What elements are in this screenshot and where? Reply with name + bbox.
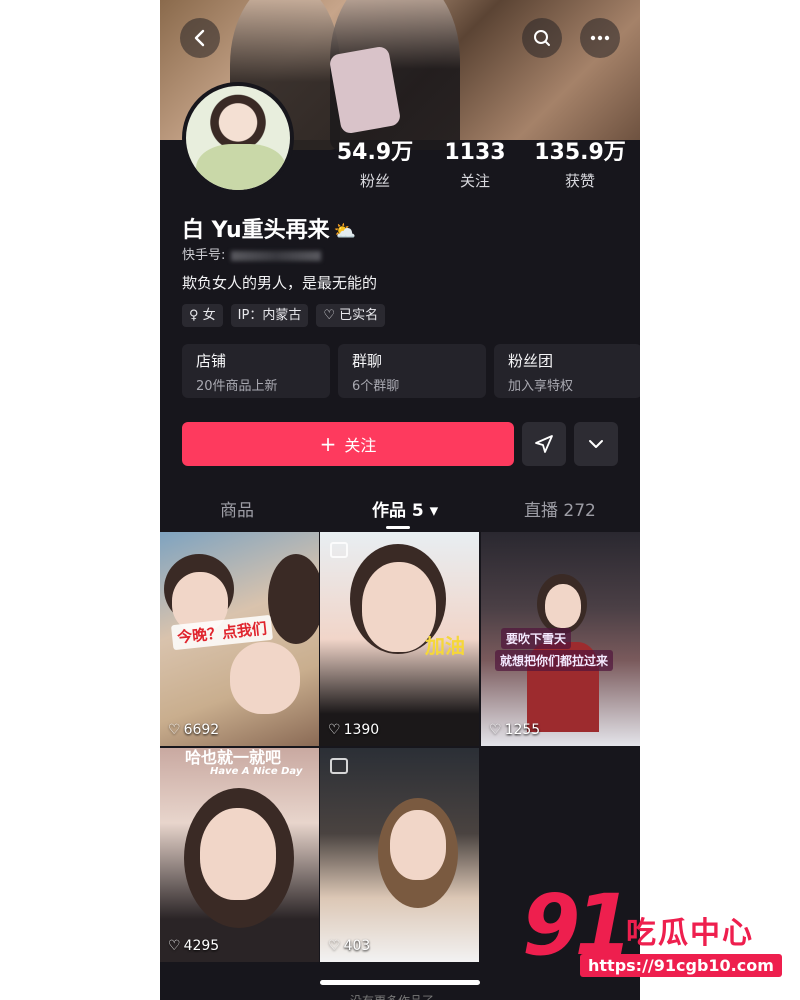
video-thumb[interactable]: 今晚？点我们 ♡ 6692 <box>160 532 319 746</box>
like-count: ♡ 1255 <box>489 722 541 738</box>
service-title: 粉丝团 <box>508 352 554 370</box>
stat-value: 54.9万 <box>336 140 414 165</box>
video-caption-secondary: 就想把你们都拉过来 <box>495 650 614 671</box>
kuaishou-id-label: 快手号: <box>182 248 226 263</box>
heart-icon: ♡ <box>328 722 341 738</box>
stat-fans[interactable]: 54.9万 粉丝 <box>330 140 420 191</box>
watermark-url: https://91cgb10.com <box>580 954 782 977</box>
video-caption: 加油 <box>425 634 465 658</box>
like-count: ♡ 1390 <box>328 722 380 738</box>
video-caption-secondary: Have A Nice Day <box>210 766 303 777</box>
tag-verified: ♡ 已实名 <box>316 304 386 327</box>
video-thumb[interactable]: 加油 ♡ 1390 <box>320 532 479 746</box>
service-fan-club[interactable]: 粉丝团 加入享特权 <box>494 344 640 398</box>
chevron-left-icon <box>194 29 205 47</box>
tab-live[interactable]: 直播 272 <box>524 496 596 521</box>
heart-icon: ♡ <box>489 722 502 738</box>
video-thumb[interactable]: 要吹下雪天 就想把你们都拉过来 ♡ 1255 <box>481 532 640 746</box>
service-title: 店铺 <box>196 352 227 370</box>
service-subtitle: 20件商品上新 <box>196 379 278 394</box>
content-tabs: 商品 作品 5 ▾ 直播 272 <box>160 496 640 532</box>
video-thumb[interactable]: ♡ 403 <box>320 748 479 962</box>
chevron-down-icon <box>589 440 603 448</box>
back-button[interactable] <box>180 18 220 58</box>
like-count: ♡ 6692 <box>168 722 220 738</box>
profile-bio: 欺负女人的男人，是最无能的 <box>182 274 378 292</box>
watermark-title: 吃瓜中心 <box>626 916 754 951</box>
search-icon <box>534 30 550 46</box>
image-post-icon <box>330 542 348 558</box>
stat-value: 135.9万 <box>534 140 626 165</box>
tag-gender: ♀ 女 <box>182 304 223 327</box>
home-indicator <box>320 980 480 985</box>
service-subtitle: 6个群聊 <box>352 379 400 394</box>
tab-works[interactable]: 作品 5 ▾ <box>372 496 438 521</box>
weather-cloud-rain-icon: ⛅ <box>333 221 357 242</box>
stat-value: 1133 <box>444 140 506 165</box>
watermark-logo: 91 吃瓜中心 https://91cgb10.com <box>522 880 792 980</box>
heart-icon: ♡ <box>168 722 181 738</box>
profile-tags: ♀ 女 IP：内蒙古 ♡ 已实名 <box>182 304 386 327</box>
kuaishou-id: 快手号: <box>182 244 322 263</box>
share-button[interactable] <box>522 422 566 466</box>
image-post-icon <box>330 758 348 774</box>
no-more-works-text: 没有更多作品了 <box>350 992 434 1000</box>
tab-goods[interactable]: 商品 <box>220 496 254 521</box>
more-button[interactable] <box>580 18 620 58</box>
more-options-button[interactable] <box>574 422 618 466</box>
avatar[interactable] <box>182 82 294 194</box>
send-icon <box>535 435 553 453</box>
tag-ip: IP：内蒙古 <box>230 304 309 327</box>
stat-likes[interactable]: 135.9万 获赞 <box>525 140 635 191</box>
search-button[interactable] <box>522 18 562 58</box>
heart-icon: ♡ <box>328 938 341 954</box>
heart-icon: ♡ <box>168 938 181 954</box>
service-row: 店铺 20件商品上新 群聊 6个群聊 粉丝团 加入享特权 <box>182 344 640 398</box>
stat-label: 关注 <box>459 172 490 190</box>
more-horizontal-icon <box>590 35 610 41</box>
profile-name: 白 Yu重头再来 ⛅ <box>182 212 356 244</box>
service-subtitle: 加入享特权 <box>508 379 574 394</box>
follow-label: 关注 <box>344 436 377 455</box>
stat-following[interactable]: 1133 关注 <box>430 140 520 191</box>
service-group-chat[interactable]: 群聊 6个群聊 <box>338 344 486 398</box>
video-caption: 要吹下雪天 <box>501 628 572 649</box>
follow-button[interactable]: + 关注 <box>182 422 514 466</box>
profile-screen: 54.9万 粉丝 1133 关注 135.9万 获赞 白 Yu重头再来 ⛅ 快手号… <box>160 0 640 1000</box>
tab-indicator <box>386 526 410 529</box>
stat-label: 粉丝 <box>359 172 390 190</box>
service-shop[interactable]: 店铺 20件商品上新 <box>182 344 330 398</box>
video-thumb[interactable]: 哈也就一就吧 Have A Nice Day ♡ 4295 <box>160 748 319 962</box>
blurred-id <box>231 250 322 261</box>
plus-icon: + <box>319 432 337 456</box>
like-count: ♡ 403 <box>328 938 371 954</box>
like-count: ♡ 4295 <box>168 938 220 954</box>
service-title: 群聊 <box>352 352 383 370</box>
profile-name-text: 白 Yu重头再来 <box>182 218 330 243</box>
stat-label: 获赞 <box>564 172 595 190</box>
